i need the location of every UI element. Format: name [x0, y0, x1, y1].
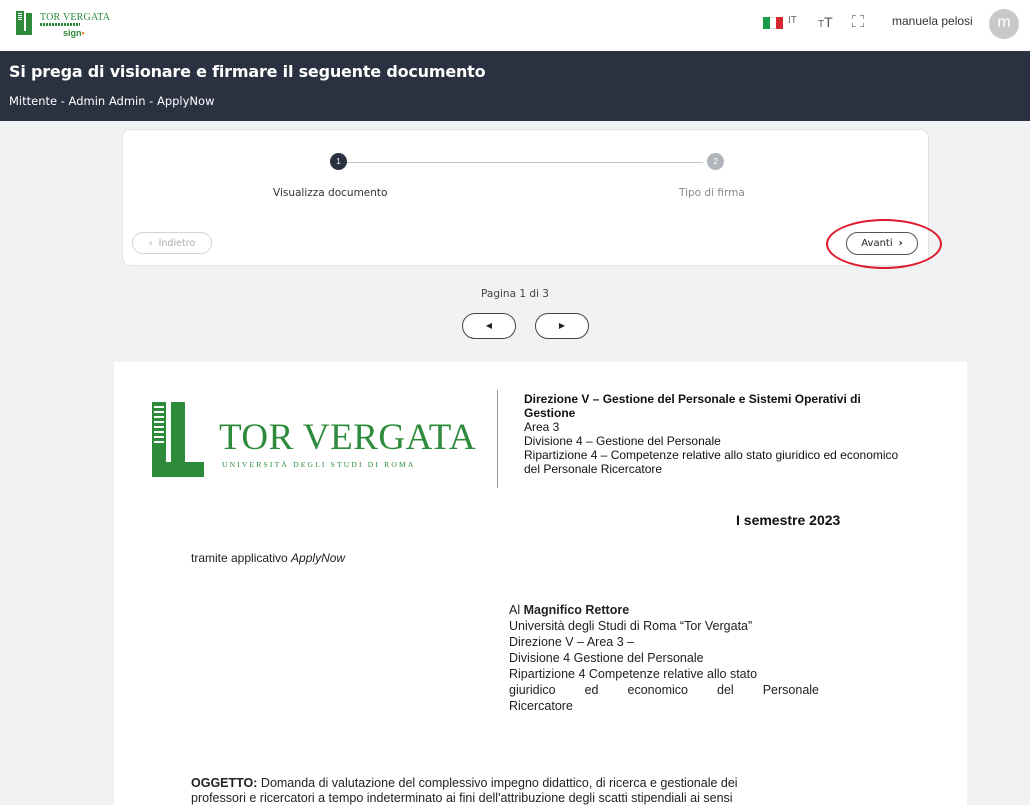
header-divider: [497, 390, 498, 488]
university-tagline: UNIVERSITÀ DEGLI STUDI DI ROMA: [222, 460, 416, 469]
addressee-heading: Al Magnifico Rettore: [509, 602, 819, 618]
caret-right-icon: ▶: [558, 321, 566, 330]
page-indicator: Pagina 1 di 3: [481, 288, 549, 300]
user-avatar[interactable]: m: [989, 9, 1019, 39]
logo-tagline-graphic: [40, 23, 80, 26]
addressee-line-4: Ripartizione 4 Competenze relative allo …: [509, 667, 758, 681]
page-title: Si prega di visionare e firmare il segue…: [9, 62, 486, 81]
department-area: Area 3: [524, 420, 560, 434]
department-partition: Ripartizione 4 – Competenze relative all…: [524, 448, 899, 476]
department-title: Direzione V – Gestione del Personale e S…: [524, 392, 861, 420]
top-bar: TOR VERGATA sign• IT TT manuela pelosi m: [0, 0, 1030, 52]
subject-text: Domanda di valutazione del complessivo i…: [257, 776, 738, 790]
submission-via: tramite applicativo ApplyNow: [191, 551, 345, 565]
back-button[interactable]: ‹ Indietro: [132, 232, 212, 254]
italian-flag-icon[interactable]: [763, 17, 784, 29]
document-preview[interactable]: TOR VERGATA UNIVERSITÀ DEGLI STUDI DI RO…: [114, 362, 967, 805]
logo-sign-text: sign•: [63, 28, 85, 38]
logo-dot-icon: •: [81, 28, 85, 38]
subject-line-1: OGGETTO: Domanda di valutazione del comp…: [191, 776, 851, 791]
fullscreen-icon[interactable]: [852, 15, 864, 27]
sender-info: Mittente - Admin Admin - ApplyNow: [9, 94, 215, 108]
step-2-indicator[interactable]: 2: [707, 153, 724, 170]
via-app-name: ApplyNow: [291, 551, 346, 565]
tor-vergata-logo-icon[interactable]: [16, 11, 36, 37]
document-header-banner: Si prega di visionare e firmare il segue…: [0, 51, 1030, 121]
addressee-line-5: giuridico ed economico del Personale: [509, 683, 819, 697]
text-size-big-icon: T: [824, 14, 833, 30]
addressee-line-1: Università degli Studi di Roma “Tor Verg…: [509, 619, 753, 633]
university-logo: TOR VERGATA UNIVERSITÀ DEGLI STUDI DI RO…: [152, 402, 476, 482]
language-selector[interactable]: IT: [788, 15, 797, 26]
step-2-label: Tipo di firma: [679, 187, 745, 199]
addressee-name: Magnifico Rettore: [523, 603, 630, 617]
addressee-block: Al Magnifico Rettore Università degli St…: [509, 602, 819, 714]
user-name[interactable]: manuela pelosi: [892, 14, 973, 28]
department-block: Direzione V – Gestione del Personale e S…: [524, 392, 914, 476]
chevron-right-icon: ›: [898, 238, 903, 249]
next-page-button[interactable]: ▶: [535, 313, 589, 339]
step-1-label: Visualizza documento: [273, 187, 388, 199]
stepper-card: 1 2 Visualizza documento Tipo di firma ‹…: [122, 129, 929, 266]
caret-left-icon: ◀: [485, 321, 493, 330]
step-1-indicator[interactable]: 1: [330, 153, 347, 170]
stepper-connector: [343, 162, 703, 163]
chevron-left-icon: ‹: [148, 237, 153, 249]
subject-paragraph: OGGETTO: Domanda di valutazione del comp…: [191, 776, 851, 805]
department-division: Divisione 4 – Gestione del Personale: [524, 434, 721, 448]
next-button-label: Avanti: [861, 238, 893, 249]
semester-label: I semestre 2023: [736, 512, 841, 528]
subject-label: OGGETTO:: [191, 776, 258, 790]
via-prefix: tramite applicativo: [191, 551, 292, 565]
addressee-prefix: Al: [509, 603, 524, 617]
text-size-button[interactable]: TT: [818, 14, 833, 30]
university-emblem-icon: [152, 402, 204, 477]
previous-page-button[interactable]: ◀: [462, 313, 516, 339]
addressee-line-2: Direzione V – Area 3 –: [509, 635, 635, 649]
back-button-label: Indietro: [158, 237, 196, 249]
logo-sign-word: sign: [63, 28, 82, 38]
logo-text: TOR VERGATA: [40, 12, 111, 23]
subject-line-2: professori e ricercatori a tempo indeter…: [191, 791, 733, 805]
university-name: TOR VERGATA: [219, 417, 477, 458]
addressee-line-6: Ricercatore: [509, 699, 573, 713]
next-button[interactable]: Avanti ›: [846, 232, 918, 255]
addressee-line-3: Divisione 4 Gestione del Personale: [509, 651, 704, 665]
